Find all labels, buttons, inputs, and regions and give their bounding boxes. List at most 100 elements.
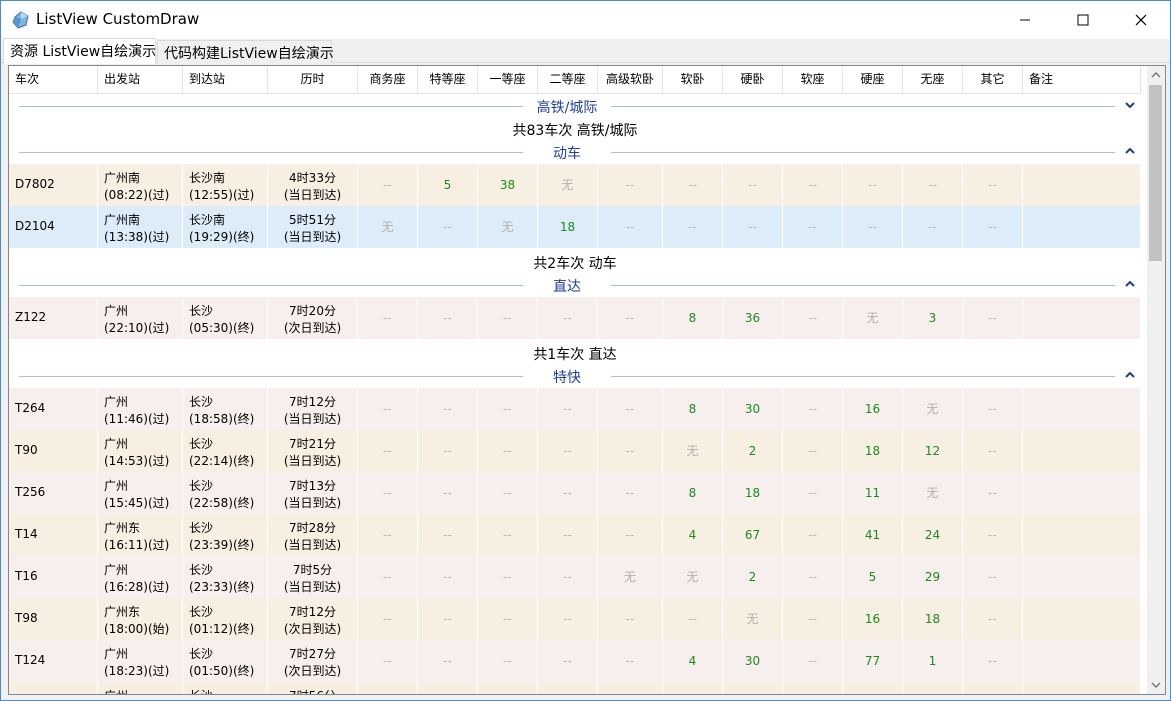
table-row[interactable]: T98 广州东 (18:00)(始) 长沙 (01:12)(终) 7时12分 (次日到达) -…	[9, 598, 1141, 640]
close-button[interactable]	[1112, 1, 1170, 39]
cell-line: 长沙	[189, 605, 214, 619]
column-header-14[interactable]: 其它	[963, 66, 1023, 93]
seat-count-cell: 11	[843, 472, 903, 514]
group-header[interactable]: 高铁/城际	[9, 96, 1141, 116]
seat-count-cell: 无	[903, 472, 963, 514]
train-number: T124	[15, 653, 46, 667]
table-row[interactable]: T264 广州 (11:46)(过) 长沙 (18:58)(终) 7时12分 (当日到达) -…	[9, 388, 1141, 430]
column-header-3[interactable]: 历时	[268, 66, 358, 93]
scroll-down-arrow-icon[interactable]	[1147, 676, 1165, 694]
seat-count-cell: --	[963, 556, 1023, 598]
scroll-up-arrow-icon[interactable]	[1147, 66, 1165, 84]
seat-count-cell: 29	[903, 556, 963, 598]
group-header[interactable]: 动车	[9, 142, 1141, 162]
seat-count-cell: --	[538, 472, 598, 514]
train-number: D2104	[15, 219, 55, 233]
seat-count-cell: --	[358, 297, 418, 339]
tab-code-listview[interactable]: 代码构建ListView自绘演示	[157, 40, 334, 63]
cell-line: 7时12分	[289, 395, 336, 409]
collapse-chevron-icon[interactable]	[1123, 277, 1137, 291]
table-row[interactable]: T16 广州 (16:28)(过) 长沙 (23:33)(终) 7时5分 (当日到达) -- -…	[9, 556, 1141, 598]
duration-cell: 7时21分 (当日到达)	[268, 430, 358, 472]
table-row[interactable]: T90 广州 (14:53)(过) 长沙 (22:14)(终) 7时21分 (当日到达) --…	[9, 430, 1141, 472]
group-header[interactable]: 特快	[9, 366, 1141, 386]
column-header-7[interactable]: 二等座	[538, 66, 598, 93]
maximize-button[interactable]	[1054, 1, 1112, 39]
seat-count-cell: 5	[418, 164, 478, 206]
seat-count-cell: --	[598, 514, 663, 556]
column-header-1[interactable]: 出发站	[98, 66, 183, 93]
duration-cell: 7时20分 (次日到达)	[268, 297, 358, 339]
column-header-0[interactable]: 车次	[9, 66, 98, 93]
column-header-8[interactable]: 高级软卧	[598, 66, 663, 93]
table-row[interactable]: T256 广州 (15:45)(过) 长沙 (22:58)(终) 7时13分 (当日到达) -…	[9, 472, 1141, 514]
cell-line: 4时33分	[289, 171, 336, 185]
seat-count-cell: --	[478, 556, 538, 598]
collapse-chevron-icon[interactable]	[1123, 144, 1137, 158]
table-row[interactable]: Z122 广州 (22:10)(过) 长沙 (05:30)(终) 7时20分 (次日到达) -…	[9, 297, 1141, 339]
tab-resource-listview[interactable]: 资源 ListView自绘演示	[3, 38, 156, 64]
column-header-6[interactable]: 一等座	[478, 66, 538, 93]
seat-count-cell: 无	[843, 297, 903, 339]
seat-count-cell: --	[538, 556, 598, 598]
cell-line: (16:11)(过)	[104, 538, 170, 552]
seat-count-cell: --	[358, 640, 418, 682]
collapse-chevron-icon[interactable]	[1123, 368, 1137, 382]
arrival-station-cell: 长沙 (05:30)(终)	[183, 297, 268, 339]
column-header-13[interactable]: 无座	[903, 66, 963, 93]
column-header-4[interactable]: 商务座	[358, 66, 418, 93]
departure-station-cell: 广州 (11:46)(过)	[98, 388, 183, 430]
seat-count-cell	[358, 682, 418, 694]
cell-line: (当日到达)	[283, 580, 342, 594]
group-header[interactable]: 直达	[9, 275, 1141, 295]
app-window: ListView CustomDraw 资源 ListView自绘演示 代码构建…	[0, 0, 1171, 701]
seat-count-cell: 16	[843, 598, 903, 640]
seat-count-cell: --	[903, 206, 963, 248]
seat-count-cell: --	[418, 514, 478, 556]
column-header-5[interactable]: 特等座	[418, 66, 478, 93]
column-header-11[interactable]: 软座	[783, 66, 843, 93]
minimize-button[interactable]	[996, 1, 1054, 39]
seat-count-cell: --	[963, 514, 1023, 556]
tab-bar: 资源 ListView自绘演示 代码构建ListView自绘演示	[1, 38, 1170, 64]
column-header-15[interactable]: 备注	[1023, 66, 1141, 93]
column-header-9[interactable]: 软卧	[663, 66, 723, 93]
table-row[interactable]: D7802 广州南 (08:22)(过) 长沙南 (12:55)(过) 4时33分 (当日到…	[9, 164, 1141, 206]
cell-line: 长沙南	[189, 171, 226, 185]
seat-count-cell	[478, 682, 538, 694]
train-number: T98	[15, 611, 38, 625]
expand-chevron-icon[interactable]	[1123, 98, 1137, 112]
seat-count-cell: --	[963, 206, 1023, 248]
cell-line: (13:38)(过)	[104, 230, 170, 244]
arrival-station-cell: 长沙 (22:14)(终)	[183, 430, 268, 472]
arrival-station-cell: 长沙 (23:39)(终)	[183, 514, 268, 556]
table-row[interactable]: 广州 长沙 7时56分	[9, 682, 1141, 694]
seat-count-cell: --	[418, 388, 478, 430]
seat-count-cell: 4	[663, 514, 723, 556]
group-divider	[19, 106, 523, 107]
app-gem-icon	[12, 11, 29, 29]
cell-line: 广州	[104, 437, 129, 451]
train-number: D7802	[15, 177, 55, 191]
vertical-scrollbar[interactable]	[1147, 66, 1165, 694]
seat-count-cell: 无	[723, 598, 783, 640]
seat-count-cell: --	[843, 164, 903, 206]
cell-line: 广州	[104, 304, 129, 318]
table-row[interactable]: T14 广州东 (16:11)(过) 长沙 (23:39)(终) 7时28分 (当日到达) -…	[9, 514, 1141, 556]
seat-count-cell	[663, 682, 723, 694]
scrollbar-thumb[interactable]	[1149, 85, 1162, 261]
departure-station-cell: 广州 (18:23)(过)	[98, 640, 183, 682]
seat-count-cell: --	[598, 430, 663, 472]
column-header-10[interactable]: 硬卧	[723, 66, 783, 93]
cell-line: (16:28)(过)	[104, 580, 170, 594]
seat-count-cell: --	[723, 206, 783, 248]
table-row[interactable]: D2104 广州南 (13:38)(过) 长沙南 (19:29)(终) 5时51分 (当日到…	[9, 206, 1141, 248]
cell-line: 7时12分	[289, 605, 336, 619]
seat-count-cell: --	[783, 640, 843, 682]
column-header-12[interactable]: 硬座	[843, 66, 903, 93]
seat-count-cell	[723, 682, 783, 694]
column-header-2[interactable]: 到达站	[183, 66, 268, 93]
table-row[interactable]: T124 广州 (18:23)(过) 长沙 (01:50)(终) 7时27分 (次日到达) -…	[9, 640, 1141, 682]
seat-count-cell: 无	[598, 556, 663, 598]
train-listview[interactable]: 车次 出发站 到达站 历时 商务座 特等座 一等座 二等座 高级软卧 软卧 硬卧 软座 硬座 无座 其它 备注…	[8, 65, 1166, 695]
